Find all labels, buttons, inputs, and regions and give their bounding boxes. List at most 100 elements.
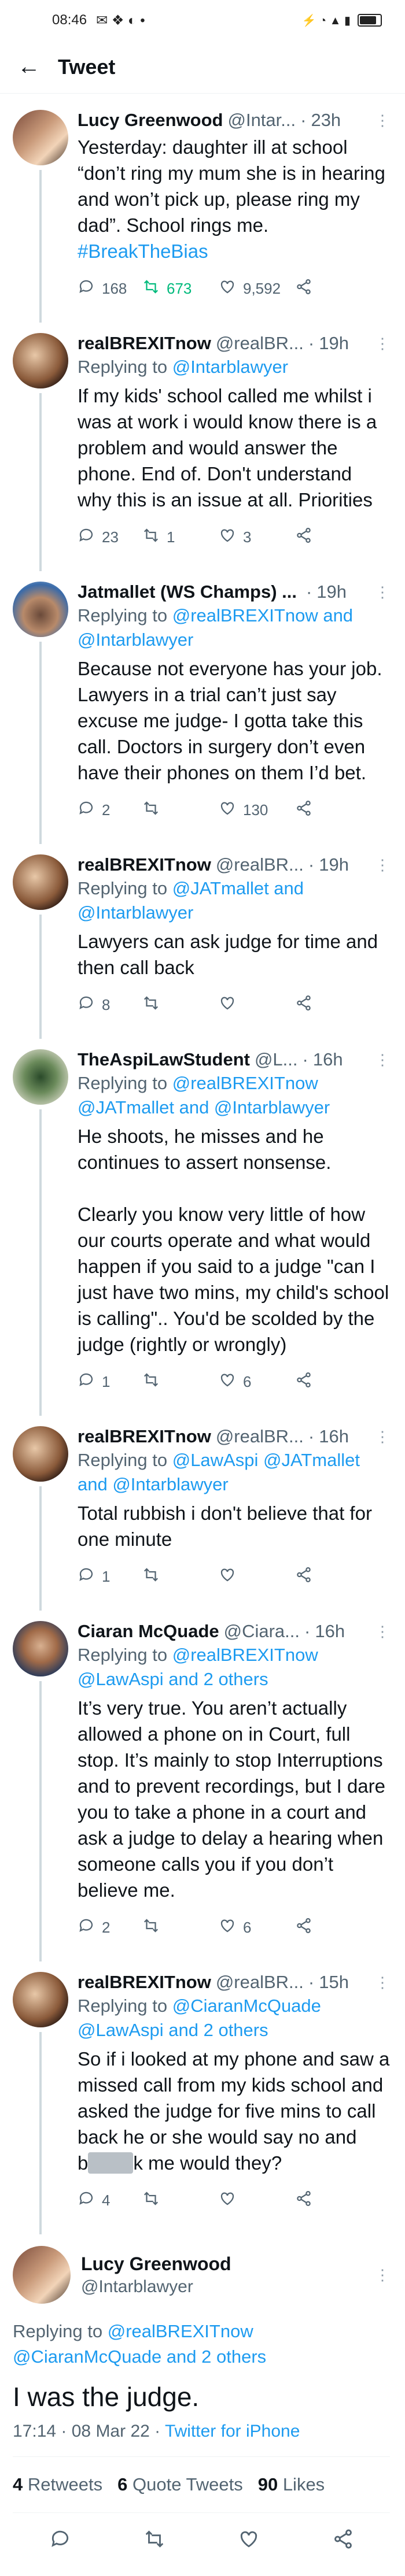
tweet-time[interactable]: 23h: [311, 110, 341, 131]
like-button[interactable]: 6: [219, 1371, 295, 1393]
author-handle[interactable]: @realBR...: [216, 1426, 304, 1447]
tweet-time[interactable]: 19h: [316, 582, 347, 602]
reply-icon[interactable]: [49, 2528, 71, 2553]
reply-tweet[interactable]: TheAspiLawStudent @L... · 16h ⋮ Replying to @…: [0, 1033, 405, 1416]
reply-button[interactable]: 168: [78, 278, 142, 299]
avatar[interactable]: [13, 1621, 68, 1676]
author-handle[interactable]: @realBR...: [216, 1972, 304, 1993]
arrow-left-icon[interactable]: ←: [17, 54, 58, 80]
reply-count: 168: [102, 280, 127, 297]
reply-context: Replying to @LawAspi @JATmallet and @Int…: [78, 1448, 390, 1497]
tweet-meta: TheAspiLawStudent @L... · 16h ⋮: [78, 1049, 390, 1070]
like-button[interactable]: 130: [219, 800, 295, 821]
more-vertical-icon[interactable]: ⋮: [369, 112, 390, 129]
like-button[interactable]: 3: [219, 527, 295, 548]
more-vertical-icon[interactable]: ⋮: [369, 1051, 390, 1069]
tweet-time[interactable]: 16h: [313, 1049, 343, 1070]
tweet-time[interactable]: 16h: [315, 1621, 345, 1642]
reply-tweet[interactable]: realBREXITnow @realBR... · 16h ⋮ Replying to …: [0, 1410, 405, 1611]
retweet-button[interactable]: [142, 994, 219, 1016]
avatar[interactable]: [13, 854, 68, 910]
share-button[interactable]: [295, 1917, 360, 1938]
author-handle[interactable]: @Ciara...: [224, 1621, 300, 1642]
tweet-time[interactable]: 15h: [319, 1972, 349, 1993]
reply-button[interactable]: 2: [78, 800, 142, 821]
retweet-button[interactable]: [142, 800, 219, 821]
client-link[interactable]: Twitter for iPhone: [165, 2422, 300, 2441]
reply-button[interactable]: 4: [78, 2190, 142, 2211]
share-button[interactable]: [295, 800, 360, 821]
like-button[interactable]: 6: [219, 1917, 295, 1938]
reply-tweet[interactable]: realBREXITnow @realBR... · 19h ⋮ Replying to …: [0, 317, 405, 571]
avatar[interactable]: [13, 1972, 68, 2027]
author-name[interactable]: realBREXITnow: [78, 1972, 211, 1993]
tweet-time[interactable]: 19h: [319, 854, 349, 875]
more-vertical-icon[interactable]: ⋮: [369, 583, 390, 601]
avatar[interactable]: [13, 582, 68, 637]
share-icon[interactable]: [332, 2528, 354, 2553]
more-vertical-icon[interactable]: ⋮: [369, 856, 390, 874]
retweet-button[interactable]: [142, 2190, 219, 2211]
reply-count: 4: [102, 2192, 111, 2209]
like-button[interactable]: [219, 994, 295, 1016]
author-name[interactable]: realBREXITnow: [78, 333, 211, 354]
like-count: 130: [243, 801, 268, 819]
author-name[interactable]: Ciaran McQuade: [78, 1621, 219, 1642]
reply-tweet[interactable]: realBREXITnow @realBR... · 15h ⋮ Replying to …: [0, 1956, 405, 2234]
quotes-stat[interactable]: 6 Quote Tweets: [117, 2474, 243, 2495]
share-button[interactable]: [295, 278, 360, 299]
author-name[interactable]: Lucy Greenwood: [78, 110, 223, 131]
author-name[interactable]: TheAspiLawStudent: [78, 1049, 250, 1070]
more-vertical-icon[interactable]: ⋮: [369, 335, 390, 353]
retweet-button[interactable]: [142, 1566, 219, 1587]
tweet-time[interactable]: 19h: [319, 333, 349, 354]
reply-button[interactable]: 2: [78, 1917, 142, 1938]
retweet-button[interactable]: [142, 1917, 219, 1938]
retweets-stat[interactable]: 4 Retweets: [13, 2474, 102, 2495]
tweet-time[interactable]: 16h: [319, 1426, 349, 1447]
avatar[interactable]: [13, 2246, 71, 2304]
hashtag-link[interactable]: #BreakTheBias: [78, 240, 208, 262]
avatar[interactable]: [13, 1049, 68, 1105]
more-vertical-icon[interactable]: ⋮: [369, 1974, 390, 1992]
reply-button[interactable]: 1: [78, 1371, 142, 1393]
reply-tweet[interactable]: Jatmallet (WS Champs) ... · 19h ⋮ Replying t…: [0, 565, 405, 844]
likes-stat[interactable]: 90 Likes: [258, 2474, 325, 2495]
more-vertical-icon[interactable]: ⋮: [369, 2266, 390, 2284]
share-button[interactable]: [295, 1566, 360, 1587]
like-button[interactable]: [219, 2190, 295, 2211]
author-handle[interactable]: @Intarblawyer: [81, 2277, 369, 2297]
retweet-button[interactable]: [142, 1371, 219, 1393]
avatar[interactable]: [13, 333, 68, 388]
share-button[interactable]: [295, 527, 360, 548]
like-button[interactable]: [219, 1566, 295, 1587]
reply-button[interactable]: 1: [78, 1566, 142, 1587]
separator-dot: ·: [308, 1972, 315, 1992]
retweet-icon[interactable]: [143, 2528, 165, 2553]
reply-button[interactable]: 8: [78, 994, 142, 1016]
author-name[interactable]: Jatmallet (WS Champs) ...: [78, 582, 297, 602]
retweet-button[interactable]: 673: [142, 278, 219, 299]
more-vertical-icon[interactable]: ⋮: [369, 1623, 390, 1641]
reply-tweet[interactable]: Lucy Greenwood @Intar... · 23h ⋮ Yesterday: d…: [0, 94, 405, 323]
author-handle[interactable]: @realBR...: [216, 333, 304, 354]
reply-tweet[interactable]: Ciaran McQuade @Ciara... · 16h ⋮ Replying to …: [0, 1605, 405, 1961]
like-button[interactable]: 9,592: [219, 278, 295, 299]
heart-icon[interactable]: [238, 2528, 260, 2553]
author-handle[interactable]: @Intar...: [227, 110, 296, 131]
share-button[interactable]: [295, 2190, 360, 2211]
reply-tweet[interactable]: realBREXITnow @realBR... · 19h ⋮ Replying to …: [0, 838, 405, 1039]
share-button[interactable]: [295, 994, 360, 1016]
reply-to-link[interactable]: @Intarblawyer: [172, 357, 288, 377]
reply-button[interactable]: 23: [78, 527, 142, 548]
retweet-button[interactable]: 1: [142, 527, 219, 548]
author-handle[interactable]: @L...: [255, 1049, 298, 1070]
more-vertical-icon[interactable]: ⋮: [369, 1428, 390, 1446]
author-name[interactable]: realBREXITnow: [78, 854, 211, 875]
author-handle[interactable]: @realBR...: [216, 854, 304, 875]
avatar[interactable]: [13, 110, 68, 165]
avatar[interactable]: [13, 1426, 68, 1482]
author-name[interactable]: realBREXITnow: [78, 1426, 211, 1447]
author-name[interactable]: Lucy Greenwood: [81, 2253, 369, 2275]
share-button[interactable]: [295, 1371, 360, 1393]
